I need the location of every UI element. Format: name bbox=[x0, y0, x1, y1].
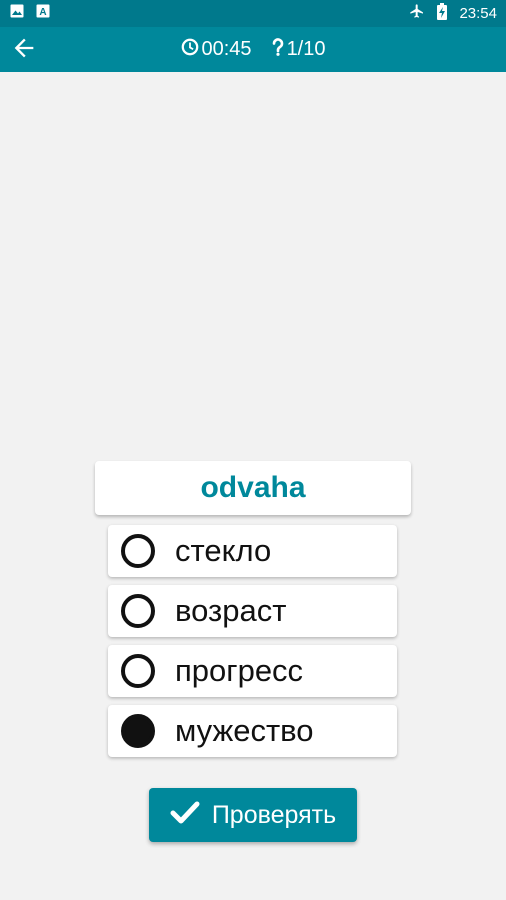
answer-label: возраст bbox=[175, 593, 287, 628]
question-word-card: odvaha bbox=[95, 461, 411, 515]
question-progress: 1/10 bbox=[272, 37, 326, 62]
question-icon bbox=[272, 37, 284, 62]
text-a-icon: A bbox=[36, 4, 50, 23]
app-bar: 00:45 1/10 bbox=[0, 27, 506, 72]
answer-option-3[interactable]: прогресс bbox=[108, 645, 397, 697]
radio-checked-icon[interactable] bbox=[121, 714, 155, 748]
check-button-label: Проверять bbox=[211, 800, 337, 829]
answer-option-1[interactable]: стекло bbox=[108, 525, 397, 577]
svg-text:A: A bbox=[39, 7, 46, 18]
image-icon bbox=[10, 4, 24, 23]
timer-value: 00:45 bbox=[201, 38, 252, 60]
radio-unchecked-icon[interactable] bbox=[121, 594, 155, 628]
status-time: 23:54 bbox=[459, 5, 497, 22]
check-button[interactable]: Проверять bbox=[149, 788, 357, 842]
radio-unchecked-icon[interactable] bbox=[121, 534, 155, 568]
answer-option-4[interactable]: мужество bbox=[108, 705, 397, 757]
answer-label: мужество bbox=[175, 713, 314, 748]
timer: 00:45 bbox=[181, 38, 252, 62]
progress-value: 1/10 bbox=[286, 38, 326, 60]
airplane-icon bbox=[409, 3, 425, 24]
clock-icon bbox=[181, 38, 199, 62]
question-word: odvaha bbox=[200, 471, 306, 504]
answer-label: стекло bbox=[175, 533, 272, 568]
checkmark-icon bbox=[170, 800, 200, 831]
answer-label: прогресс bbox=[175, 653, 304, 688]
answer-options: стекло возраст прогресс мужество bbox=[108, 525, 397, 765]
status-bar: A 23:54 bbox=[0, 0, 506, 27]
battery-charging-icon bbox=[437, 2, 448, 25]
answer-option-2[interactable]: возраст bbox=[108, 585, 397, 637]
radio-unchecked-icon[interactable] bbox=[121, 654, 155, 688]
